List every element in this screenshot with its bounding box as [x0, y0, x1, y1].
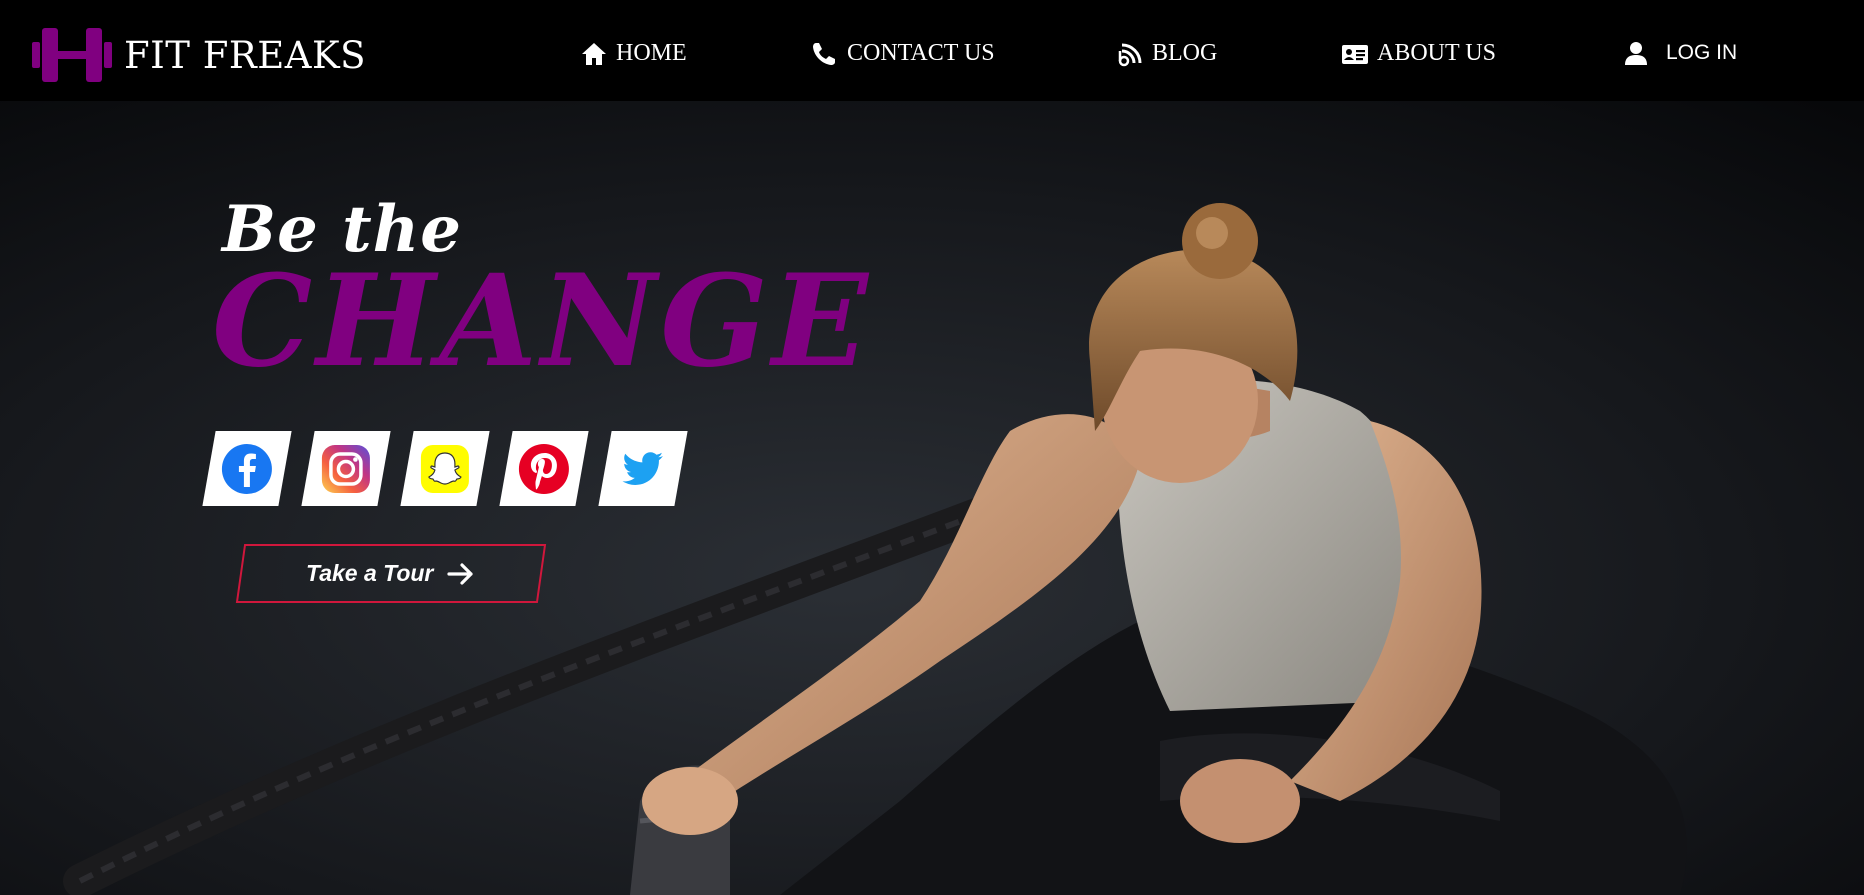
take-a-tour-content: Take a Tour	[306, 560, 475, 587]
nav-about-label: ABOUT US	[1377, 40, 1496, 66]
twitter-icon	[622, 451, 663, 485]
user-icon	[1625, 42, 1647, 65]
brand-name: FIT FREAKS	[124, 33, 366, 77]
blog-icon	[1118, 43, 1142, 66]
nav-about[interactable]: ABOUT US	[1341, 40, 1496, 67]
home-icon	[582, 42, 606, 65]
id-card-icon	[1342, 44, 1368, 64]
nav-contact[interactable]: CONTACT US	[811, 40, 995, 67]
take-a-tour-button[interactable]: Take a Tour	[235, 544, 547, 603]
dumbbell-icon	[32, 28, 112, 82]
pinterest-icon	[519, 443, 569, 494]
arrow-right-icon	[448, 562, 474, 585]
nav-home-label: HOME	[616, 40, 687, 66]
instagram-icon	[322, 444, 370, 493]
instagram-button[interactable]	[301, 431, 391, 506]
nav-login[interactable]: LOG IN	[1622, 40, 1737, 66]
nav-blog-label: BLOG	[1152, 40, 1218, 66]
brand-logo[interactable]: FIT FREAKS	[30, 26, 366, 84]
twitter-button[interactable]	[598, 431, 688, 506]
top-navbar: FIT FREAKS HOME CONTACT US BLOG ABOUT US…	[0, 0, 1864, 101]
snapchat-button[interactable]	[400, 431, 490, 506]
pinterest-button[interactable]	[499, 431, 589, 506]
take-a-tour-label: Take a Tour	[306, 560, 434, 586]
nav-contact-label: CONTACT US	[847, 40, 995, 66]
nav-blog[interactable]: BLOG	[1116, 40, 1217, 67]
snapchat-icon	[421, 444, 469, 493]
nav-home[interactable]: HOME	[580, 40, 687, 67]
phone-icon	[813, 42, 835, 65]
facebook-icon	[222, 443, 272, 494]
hero-section: Be the CHANGE Take a Tour	[0, 101, 1864, 895]
nav-login-label: LOG IN	[1666, 41, 1738, 64]
hero-headline-line2: CHANGE	[212, 247, 872, 395]
facebook-button[interactable]	[202, 431, 292, 506]
